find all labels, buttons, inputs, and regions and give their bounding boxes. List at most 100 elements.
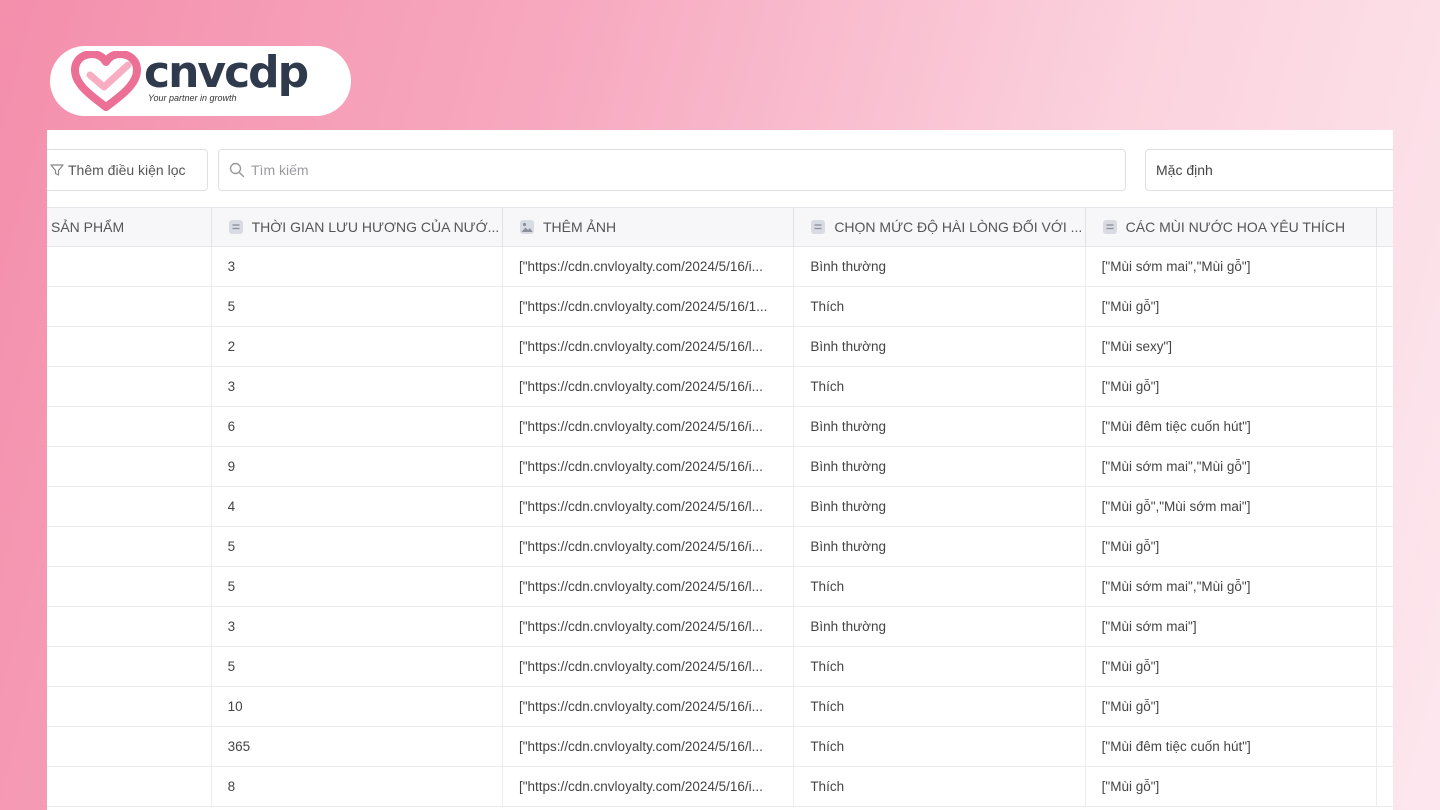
product-cell[interactable] (47, 407, 212, 446)
satisfaction-cell[interactable]: Thích (794, 647, 1086, 686)
table-row[interactable]: 3 ["https://cdn.cnvloyalty.com/2024/5/16/… (47, 247, 1393, 287)
satisfaction-cell[interactable]: Bình thường (794, 447, 1086, 486)
table-row[interactable]: 5 ["https://cdn.cnvloyalty.com/2024/5/16/… (47, 287, 1393, 327)
overflow-cell (1377, 607, 1393, 646)
scents-cell[interactable]: ["Mùi đêm tiệc cuốn hút"] (1086, 727, 1377, 766)
image-url-cell[interactable]: ["https://cdn.cnvloyalty.com/2024/5/16/i… (503, 687, 795, 726)
product-cell[interactable] (47, 247, 212, 286)
sort-select[interactable]: Mặc định (1145, 149, 1393, 191)
scents-cell[interactable]: ["Mùi gỗ"] (1086, 287, 1377, 326)
product-cell[interactable] (47, 687, 212, 726)
image-url-cell[interactable]: ["https://cdn.cnvloyalty.com/2024/5/16/l… (503, 727, 795, 766)
scents-cell[interactable]: ["Mùi sớm mai","Mùi gỗ"] (1086, 447, 1377, 486)
table-row[interactable]: 4 ["https://cdn.cnvloyalty.com/2024/5/16/… (47, 487, 1393, 527)
duration-cell[interactable]: 3 (212, 247, 503, 286)
product-cell[interactable] (47, 727, 212, 766)
satisfaction-cell[interactable]: Bình thường (794, 247, 1086, 286)
satisfaction-cell[interactable]: Bình thường (794, 487, 1086, 526)
satisfaction-cell[interactable]: Thích (794, 767, 1086, 806)
product-cell[interactable] (47, 287, 212, 326)
add-filter-button[interactable]: Thêm điều kiện lọc (47, 149, 208, 191)
image-url-cell[interactable]: ["https://cdn.cnvloyalty.com/2024/5/16/i… (503, 367, 795, 406)
satisfaction-cell[interactable]: Bình thường (794, 327, 1086, 366)
brand-logo: cnvcdp Your partner in growth (50, 46, 351, 116)
table-row[interactable]: 5 ["https://cdn.cnvloyalty.com/2024/5/16/… (47, 527, 1393, 567)
product-cell[interactable] (47, 527, 212, 566)
image-url-cell[interactable]: ["https://cdn.cnvloyalty.com/2024/5/16/i… (503, 247, 795, 286)
duration-cell[interactable]: 9 (212, 447, 503, 486)
product-cell[interactable] (47, 647, 212, 686)
scents-cell[interactable]: ["Mùi đêm tiệc cuốn hút"] (1086, 407, 1377, 446)
column-header-scents[interactable]: CÁC MÙI NƯỚC HOA YÊU THÍCH (1086, 208, 1377, 246)
text-field-icon (228, 220, 243, 234)
duration-cell[interactable]: 4 (212, 487, 503, 526)
table-row[interactable]: 3 ["https://cdn.cnvloyalty.com/2024/5/16/… (47, 367, 1393, 407)
image-url-cell[interactable]: ["https://cdn.cnvloyalty.com/2024/5/16/l… (503, 327, 795, 366)
scents-cell[interactable]: ["Mùi sớm mai"] (1086, 607, 1377, 646)
scents-cell[interactable]: ["Mùi sexy"] (1086, 327, 1377, 366)
table-row[interactable]: 6 ["https://cdn.cnvloyalty.com/2024/5/16/… (47, 407, 1393, 447)
duration-cell[interactable]: 5 (212, 527, 503, 566)
scents-cell[interactable]: ["Mùi gỗ"] (1086, 367, 1377, 406)
scents-cell[interactable]: ["Mùi gỗ"] (1086, 687, 1377, 726)
satisfaction-cell[interactable]: Bình thường (794, 527, 1086, 566)
image-url-cell[interactable]: ["https://cdn.cnvloyalty.com/2024/5/16/l… (503, 647, 795, 686)
search-input[interactable] (251, 162, 1111, 178)
table-row[interactable]: 3 ["https://cdn.cnvloyalty.com/2024/5/16/… (47, 607, 1393, 647)
table-row[interactable]: 5 ["https://cdn.cnvloyalty.com/2024/5/16/… (47, 567, 1393, 607)
satisfaction-cell[interactable]: Bình thường (794, 607, 1086, 646)
satisfaction-cell[interactable]: Thích (794, 687, 1086, 726)
column-header-satisfaction[interactable]: CHỌN MỨC ĐỘ HÀI LÒNG ĐỐI VỚI ... (794, 208, 1086, 246)
table-row[interactable]: 10 ["https://cdn.cnvloyalty.com/2024/5/16… (47, 687, 1393, 727)
duration-cell[interactable]: 2 (212, 327, 503, 366)
image-url-cell[interactable]: ["https://cdn.cnvloyalty.com/2024/5/16/i… (503, 527, 795, 566)
product-cell[interactable] (47, 367, 212, 406)
column-header-product[interactable]: SẢN PHẨM (47, 208, 212, 246)
image-url-cell[interactable]: ["https://cdn.cnvloyalty.com/2024/5/16/l… (503, 567, 795, 606)
overflow-cell (1377, 367, 1393, 406)
overflow-cell (1377, 567, 1393, 606)
image-url-cell[interactable]: ["https://cdn.cnvloyalty.com/2024/5/16/l… (503, 607, 795, 646)
image-url-cell[interactable]: ["https://cdn.cnvloyalty.com/2024/5/16/l… (503, 487, 795, 526)
duration-cell[interactable]: 3 (212, 607, 503, 646)
duration-cell[interactable]: 365 (212, 727, 503, 766)
product-cell[interactable] (47, 607, 212, 646)
satisfaction-cell[interactable]: Thích (794, 287, 1086, 326)
duration-cell[interactable]: 10 (212, 687, 503, 726)
scents-cell[interactable]: ["Mùi gỗ"] (1086, 767, 1377, 806)
product-cell[interactable] (47, 447, 212, 486)
duration-cell[interactable]: 5 (212, 567, 503, 606)
satisfaction-cell[interactable]: Thích (794, 367, 1086, 406)
search-box[interactable] (218, 149, 1126, 191)
scents-cell[interactable]: ["Mùi sớm mai","Mùi gỗ"] (1086, 567, 1377, 606)
scents-cell[interactable]: ["Mùi gỗ"] (1086, 527, 1377, 566)
table-row[interactable]: 8 ["https://cdn.cnvloyalty.com/2024/5/16/… (47, 767, 1393, 807)
table-row[interactable]: 9 ["https://cdn.cnvloyalty.com/2024/5/16/… (47, 447, 1393, 487)
satisfaction-cell[interactable]: Bình thường (794, 407, 1086, 446)
duration-cell[interactable]: 5 (212, 647, 503, 686)
satisfaction-cell[interactable]: Thích (794, 727, 1086, 766)
column-header-duration[interactable]: THỜI GIAN LƯU HƯƠNG CỦA NƯỚ... (212, 208, 503, 246)
duration-cell[interactable]: 5 (212, 287, 503, 326)
image-url-cell[interactable]: ["https://cdn.cnvloyalty.com/2024/5/16/i… (503, 407, 795, 446)
satisfaction-cell[interactable]: Thích (794, 567, 1086, 606)
image-url-cell[interactable]: ["https://cdn.cnvloyalty.com/2024/5/16/1… (503, 287, 795, 326)
image-url-cell[interactable]: ["https://cdn.cnvloyalty.com/2024/5/16/i… (503, 767, 795, 806)
duration-cell[interactable]: 3 (212, 367, 503, 406)
text-field-icon (811, 220, 826, 234)
product-cell[interactable] (47, 487, 212, 526)
text-field-icon (1102, 220, 1117, 234)
column-header-image[interactable]: THÊM ẢNH (503, 208, 795, 246)
scents-cell[interactable]: ["Mùi gỗ"] (1086, 647, 1377, 686)
table-row[interactable]: 2 ["https://cdn.cnvloyalty.com/2024/5/16/… (47, 327, 1393, 367)
image-url-cell[interactable]: ["https://cdn.cnvloyalty.com/2024/5/16/i… (503, 447, 795, 486)
product-cell[interactable] (47, 567, 212, 606)
product-cell[interactable] (47, 327, 212, 366)
table-row[interactable]: 5 ["https://cdn.cnvloyalty.com/2024/5/16/… (47, 647, 1393, 687)
duration-cell[interactable]: 6 (212, 407, 503, 446)
scents-cell[interactable]: ["Mùi gỗ","Mùi sớm mai"] (1086, 487, 1377, 526)
scents-cell[interactable]: ["Mùi sớm mai","Mùi gỗ"] (1086, 247, 1377, 286)
table-row[interactable]: 365 ["https://cdn.cnvloyalty.com/2024/5/1… (47, 727, 1393, 767)
duration-cell[interactable]: 8 (212, 767, 503, 806)
product-cell[interactable] (47, 767, 212, 806)
